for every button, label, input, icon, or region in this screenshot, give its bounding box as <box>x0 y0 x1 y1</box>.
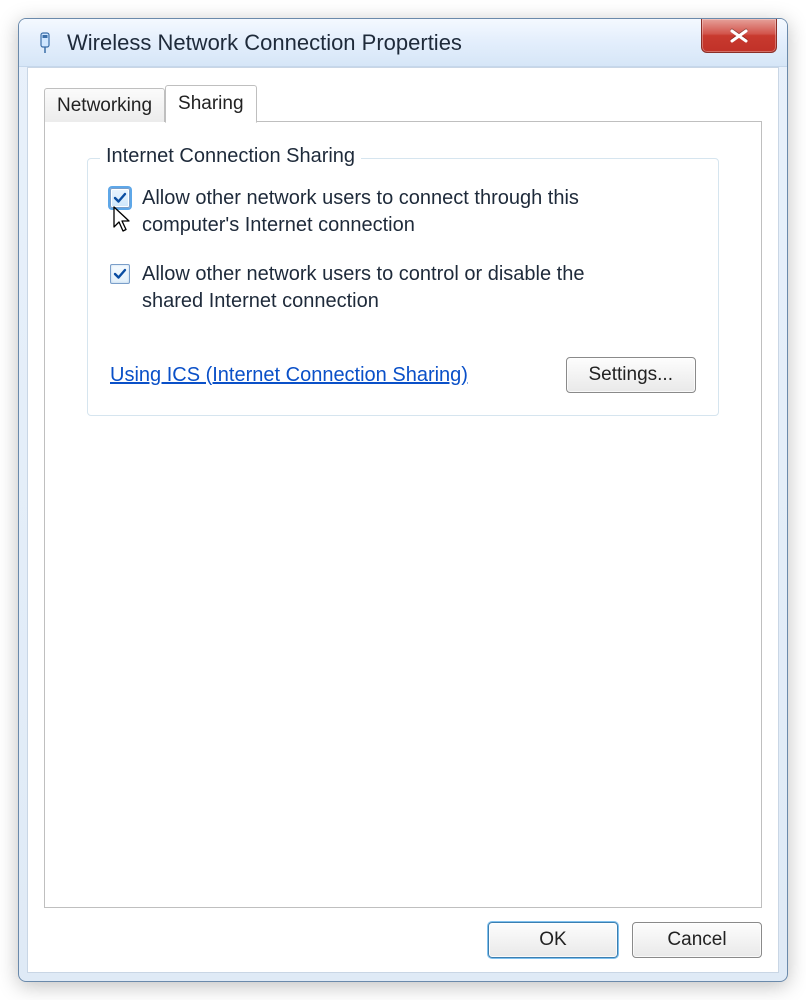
checkmark-icon <box>113 191 127 205</box>
mouse-cursor-icon <box>112 205 134 240</box>
settings-button[interactable]: Settings... <box>566 357 697 393</box>
option-allow-control-row: Allow other network users to control or … <box>110 261 696 315</box>
dialog-window: Wireless Network Connection Properties N… <box>18 18 788 982</box>
tab-strip: Networking Sharing <box>44 84 762 122</box>
help-link-ics[interactable]: Using ICS (Internet Connection Sharing) <box>110 364 468 387</box>
ok-button[interactable]: OK <box>488 922 618 958</box>
window-title: Wireless Network Connection Properties <box>67 30 462 56</box>
link-and-settings-row: Using ICS (Internet Connection Sharing) … <box>110 357 696 393</box>
tab-networking[interactable]: Networking <box>44 88 165 122</box>
client-area: Networking Sharing Internet Connection S… <box>27 67 779 973</box>
tab-panel-sharing: Internet Connection Sharing Allow other … <box>44 122 762 908</box>
network-adapter-icon <box>33 31 57 55</box>
checkbox-allow-connect-label: Allow other network users to connect thr… <box>142 185 632 239</box>
tab-label: Sharing <box>178 93 244 115</box>
checkbox-allow-control-label: Allow other network users to control or … <box>142 261 632 315</box>
group-internet-connection-sharing: Internet Connection Sharing Allow other … <box>87 158 719 416</box>
checkmark-icon <box>113 267 127 281</box>
tab-sharing[interactable]: Sharing <box>165 85 257 123</box>
group-title: Internet Connection Sharing <box>100 145 361 168</box>
tab-label: Networking <box>57 95 152 117</box>
close-button[interactable] <box>701 19 777 53</box>
checkbox-allow-connect[interactable] <box>110 188 130 208</box>
cancel-button[interactable]: Cancel <box>632 922 762 958</box>
checkbox-allow-control[interactable] <box>110 264 130 284</box>
titlebar: Wireless Network Connection Properties <box>19 19 787 67</box>
option-allow-connect-row: Allow other network users to connect thr… <box>110 185 696 239</box>
close-icon <box>728 29 750 43</box>
dialog-footer: OK Cancel <box>44 908 762 958</box>
